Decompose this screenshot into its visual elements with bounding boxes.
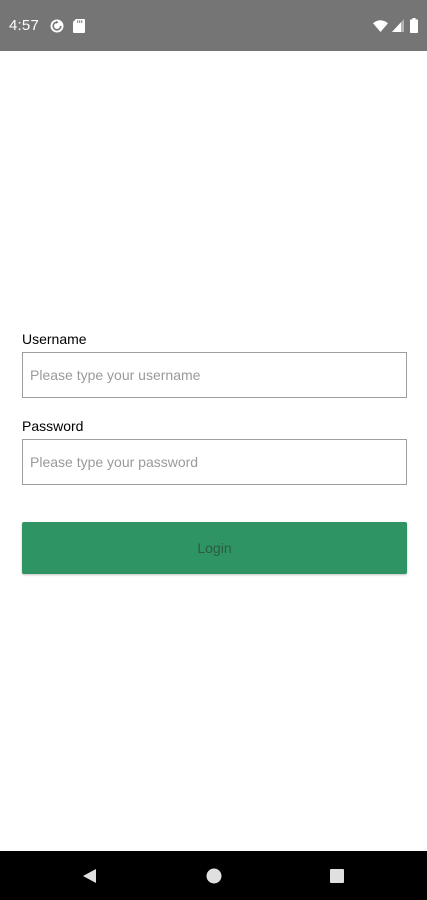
- home-icon[interactable]: [204, 866, 224, 886]
- password-input[interactable]: [22, 439, 407, 485]
- login-screen: 4:57 Username Password Logi: [0, 0, 427, 900]
- sd-card-icon: [73, 19, 85, 33]
- battery-icon: [410, 18, 418, 33]
- wifi-icon: [373, 20, 388, 32]
- sync-icon: [50, 19, 64, 33]
- cell-signal-icon: [392, 19, 404, 32]
- recents-icon[interactable]: [327, 866, 347, 886]
- status-time: 4:57: [9, 17, 39, 34]
- password-label: Password: [22, 418, 84, 434]
- username-label: Username: [22, 331, 87, 347]
- back-icon[interactable]: [80, 866, 100, 886]
- login-button[interactable]: Login: [22, 522, 407, 574]
- username-input[interactable]: [22, 352, 407, 398]
- status-bar: 4:57: [0, 0, 427, 51]
- navigation-bar: [0, 851, 427, 900]
